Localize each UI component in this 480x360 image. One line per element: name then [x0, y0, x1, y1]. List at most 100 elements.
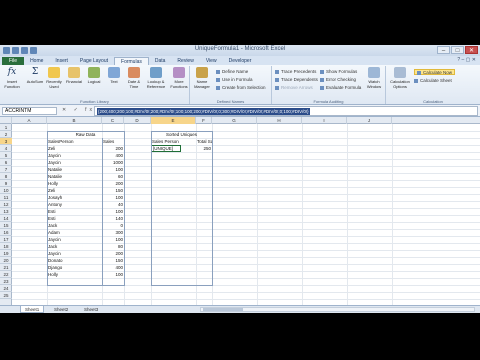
column-header[interactable]: I — [302, 117, 347, 124]
row-header[interactable]: 24 — [0, 285, 12, 292]
row-header[interactable]: 25 — [0, 292, 12, 299]
row-header[interactable]: 21 — [0, 264, 12, 271]
tab-formulas[interactable]: Formulas — [114, 57, 149, 65]
create-from-selection-button[interactable]: Create from Selection — [216, 85, 266, 91]
sales-cell[interactable]: 80 — [102, 243, 124, 250]
row-header[interactable]: 3 — [0, 138, 12, 145]
header-sales-person[interactable]: Sales Person — [151, 138, 196, 145]
total-sales-value[interactable]: 250 — [196, 145, 212, 152]
row-header[interactable]: 18 — [0, 243, 12, 250]
remove-arrows-button[interactable]: Remove Arrows — [275, 85, 313, 91]
column-header[interactable]: C — [102, 117, 124, 124]
sales-cell[interactable]: 100 — [102, 194, 124, 201]
salesperson-cell[interactable]: Jack — [47, 243, 102, 250]
salesperson-cell[interactable]: Django — [47, 264, 102, 271]
sales-cell[interactable]: 200 — [102, 250, 124, 257]
salesperson-cell[interactable]: Natalie — [47, 173, 102, 180]
sheet-tab-sheet2[interactable]: Sheet2 — [50, 306, 72, 313]
tab-data[interactable]: Data — [149, 57, 172, 65]
sales-cell[interactable]: 140 — [102, 215, 124, 222]
row-header[interactable]: 9 — [0, 180, 12, 187]
salesperson-cell[interactable]: Adam — [47, 229, 102, 236]
row-header[interactable]: 13 — [0, 208, 12, 215]
column-header[interactable]: H — [257, 117, 302, 124]
row-header[interactable]: 11 — [0, 194, 12, 201]
sales-cell[interactable]: 150 — [102, 257, 124, 264]
salesperson-cell[interactable]: Jaycin — [47, 152, 102, 159]
recently-used-button[interactable]: Recently Used — [44, 67, 64, 97]
salesperson-cell[interactable]: Natalie — [47, 166, 102, 173]
date-time-button[interactable]: Date & Time — [124, 67, 144, 97]
sales-cell[interactable]: 400 — [102, 152, 124, 159]
calculate-now-button[interactable]: Calculate Now — [414, 69, 456, 75]
sales-cell[interactable]: 40 — [102, 201, 124, 208]
lookup-reference-button[interactable]: Lookup & Reference — [146, 67, 166, 97]
row-header[interactable]: 23 — [0, 278, 12, 285]
salesperson-cell[interactable]: Jaycin — [47, 250, 102, 257]
raw-data-title[interactable]: Raw Data — [47, 131, 124, 138]
row-header[interactable]: 12 — [0, 201, 12, 208]
worksheet-grid[interactable]: A B C D E F G H I J 1 2 3 4 5 6 7 8 9 10 11 12 13 14 1… — [0, 117, 480, 305]
row-header[interactable]: 20 — [0, 257, 12, 264]
sales-cell[interactable]: 200 — [102, 145, 124, 152]
autosum-button[interactable]: Σ AutoSum — [25, 67, 45, 97]
more-functions-button[interactable]: More Functions — [168, 67, 190, 97]
sales-cell[interactable]: 100 — [102, 236, 124, 243]
row-header[interactable]: 6 — [0, 159, 12, 166]
define-name-button[interactable]: Define Name — [216, 69, 248, 75]
use-in-formula-button[interactable]: Use in Formula — [216, 77, 253, 83]
salesperson-cell[interactable]: Zeli — [47, 145, 102, 152]
horizontal-scrollbar[interactable] — [200, 307, 475, 312]
salesperson-cell[interactable]: Jack — [47, 222, 102, 229]
row-header[interactable]: 17 — [0, 236, 12, 243]
tab-view[interactable]: View — [200, 57, 223, 65]
scrollbar-thumb[interactable] — [203, 308, 243, 311]
salesperson-cell[interactable]: Jaycin — [47, 159, 102, 166]
minimize-button[interactable]: – — [437, 46, 450, 54]
maximize-button[interactable]: □ — [451, 46, 464, 54]
sales-cell[interactable]: 1000 — [102, 159, 124, 166]
tab-developer[interactable]: Developer — [223, 57, 258, 65]
financial-button[interactable]: Financial — [64, 67, 84, 97]
salesperson-cell[interactable]: Esti — [47, 215, 102, 222]
column-header[interactable]: B — [47, 117, 102, 124]
row-header[interactable]: 15 — [0, 222, 12, 229]
column-header[interactable]: G — [212, 117, 257, 124]
tab-review[interactable]: Review — [171, 57, 199, 65]
row-header[interactable]: 22 — [0, 271, 12, 278]
tab-file[interactable]: File — [2, 57, 25, 65]
salesperson-cell[interactable]: Antony — [47, 201, 102, 208]
insert-function-button[interactable]: fx Insert Function — [2, 67, 22, 97]
name-manager-button[interactable]: Name Manager — [192, 67, 212, 97]
sales-cell[interactable]: 150 — [102, 187, 124, 194]
salesperson-cell[interactable]: Jaycin — [47, 236, 102, 243]
salesperson-cell[interactable]: Donato — [47, 257, 102, 264]
column-header[interactable]: A — [12, 117, 47, 124]
column-header[interactable]: J — [347, 117, 392, 124]
sales-cell[interactable]: 200 — [102, 180, 124, 187]
sheet-tab-sheet3[interactable]: Sheet3 — [80, 306, 102, 313]
name-box[interactable]: ACCRINTM — [2, 107, 57, 115]
selected-cell[interactable]: [UNIQUE] — [151, 145, 181, 152]
salesperson-cell[interactable]: Josayh — [47, 194, 102, 201]
calculation-options-button[interactable]: Calculation Options — [388, 67, 412, 97]
tab-insert[interactable]: Insert — [49, 57, 74, 65]
column-header[interactable]: E — [151, 117, 196, 124]
sales-cell[interactable]: 100 — [102, 166, 124, 173]
show-formulas-button[interactable]: Show Formulas — [320, 69, 357, 75]
row-header[interactable]: 19 — [0, 250, 12, 257]
row-header[interactable]: 4 — [0, 145, 12, 152]
row-header[interactable]: 1 — [0, 124, 12, 131]
formula-input[interactable]: {200;400;200;100;#DIV/0!;200;#DIV/0!;100… — [94, 106, 478, 116]
salesperson-cell[interactable]: Esti — [47, 208, 102, 215]
sales-cell[interactable]: 100 — [102, 271, 124, 278]
text-button[interactable]: Text — [104, 67, 124, 97]
salesperson-cell[interactable]: Holly — [47, 271, 102, 278]
calculate-sheet-button[interactable]: Calculate Sheet — [414, 78, 452, 84]
row-header[interactable]: 7 — [0, 166, 12, 173]
trace-dependents-button[interactable]: Trace Dependents — [275, 77, 318, 83]
sorted-uniques-title[interactable]: Sorted Uniques — [151, 131, 212, 138]
logical-button[interactable]: Logical — [84, 67, 104, 97]
sales-cell[interactable]: 60 — [102, 173, 124, 180]
close-button[interactable]: ✕ — [465, 46, 478, 54]
